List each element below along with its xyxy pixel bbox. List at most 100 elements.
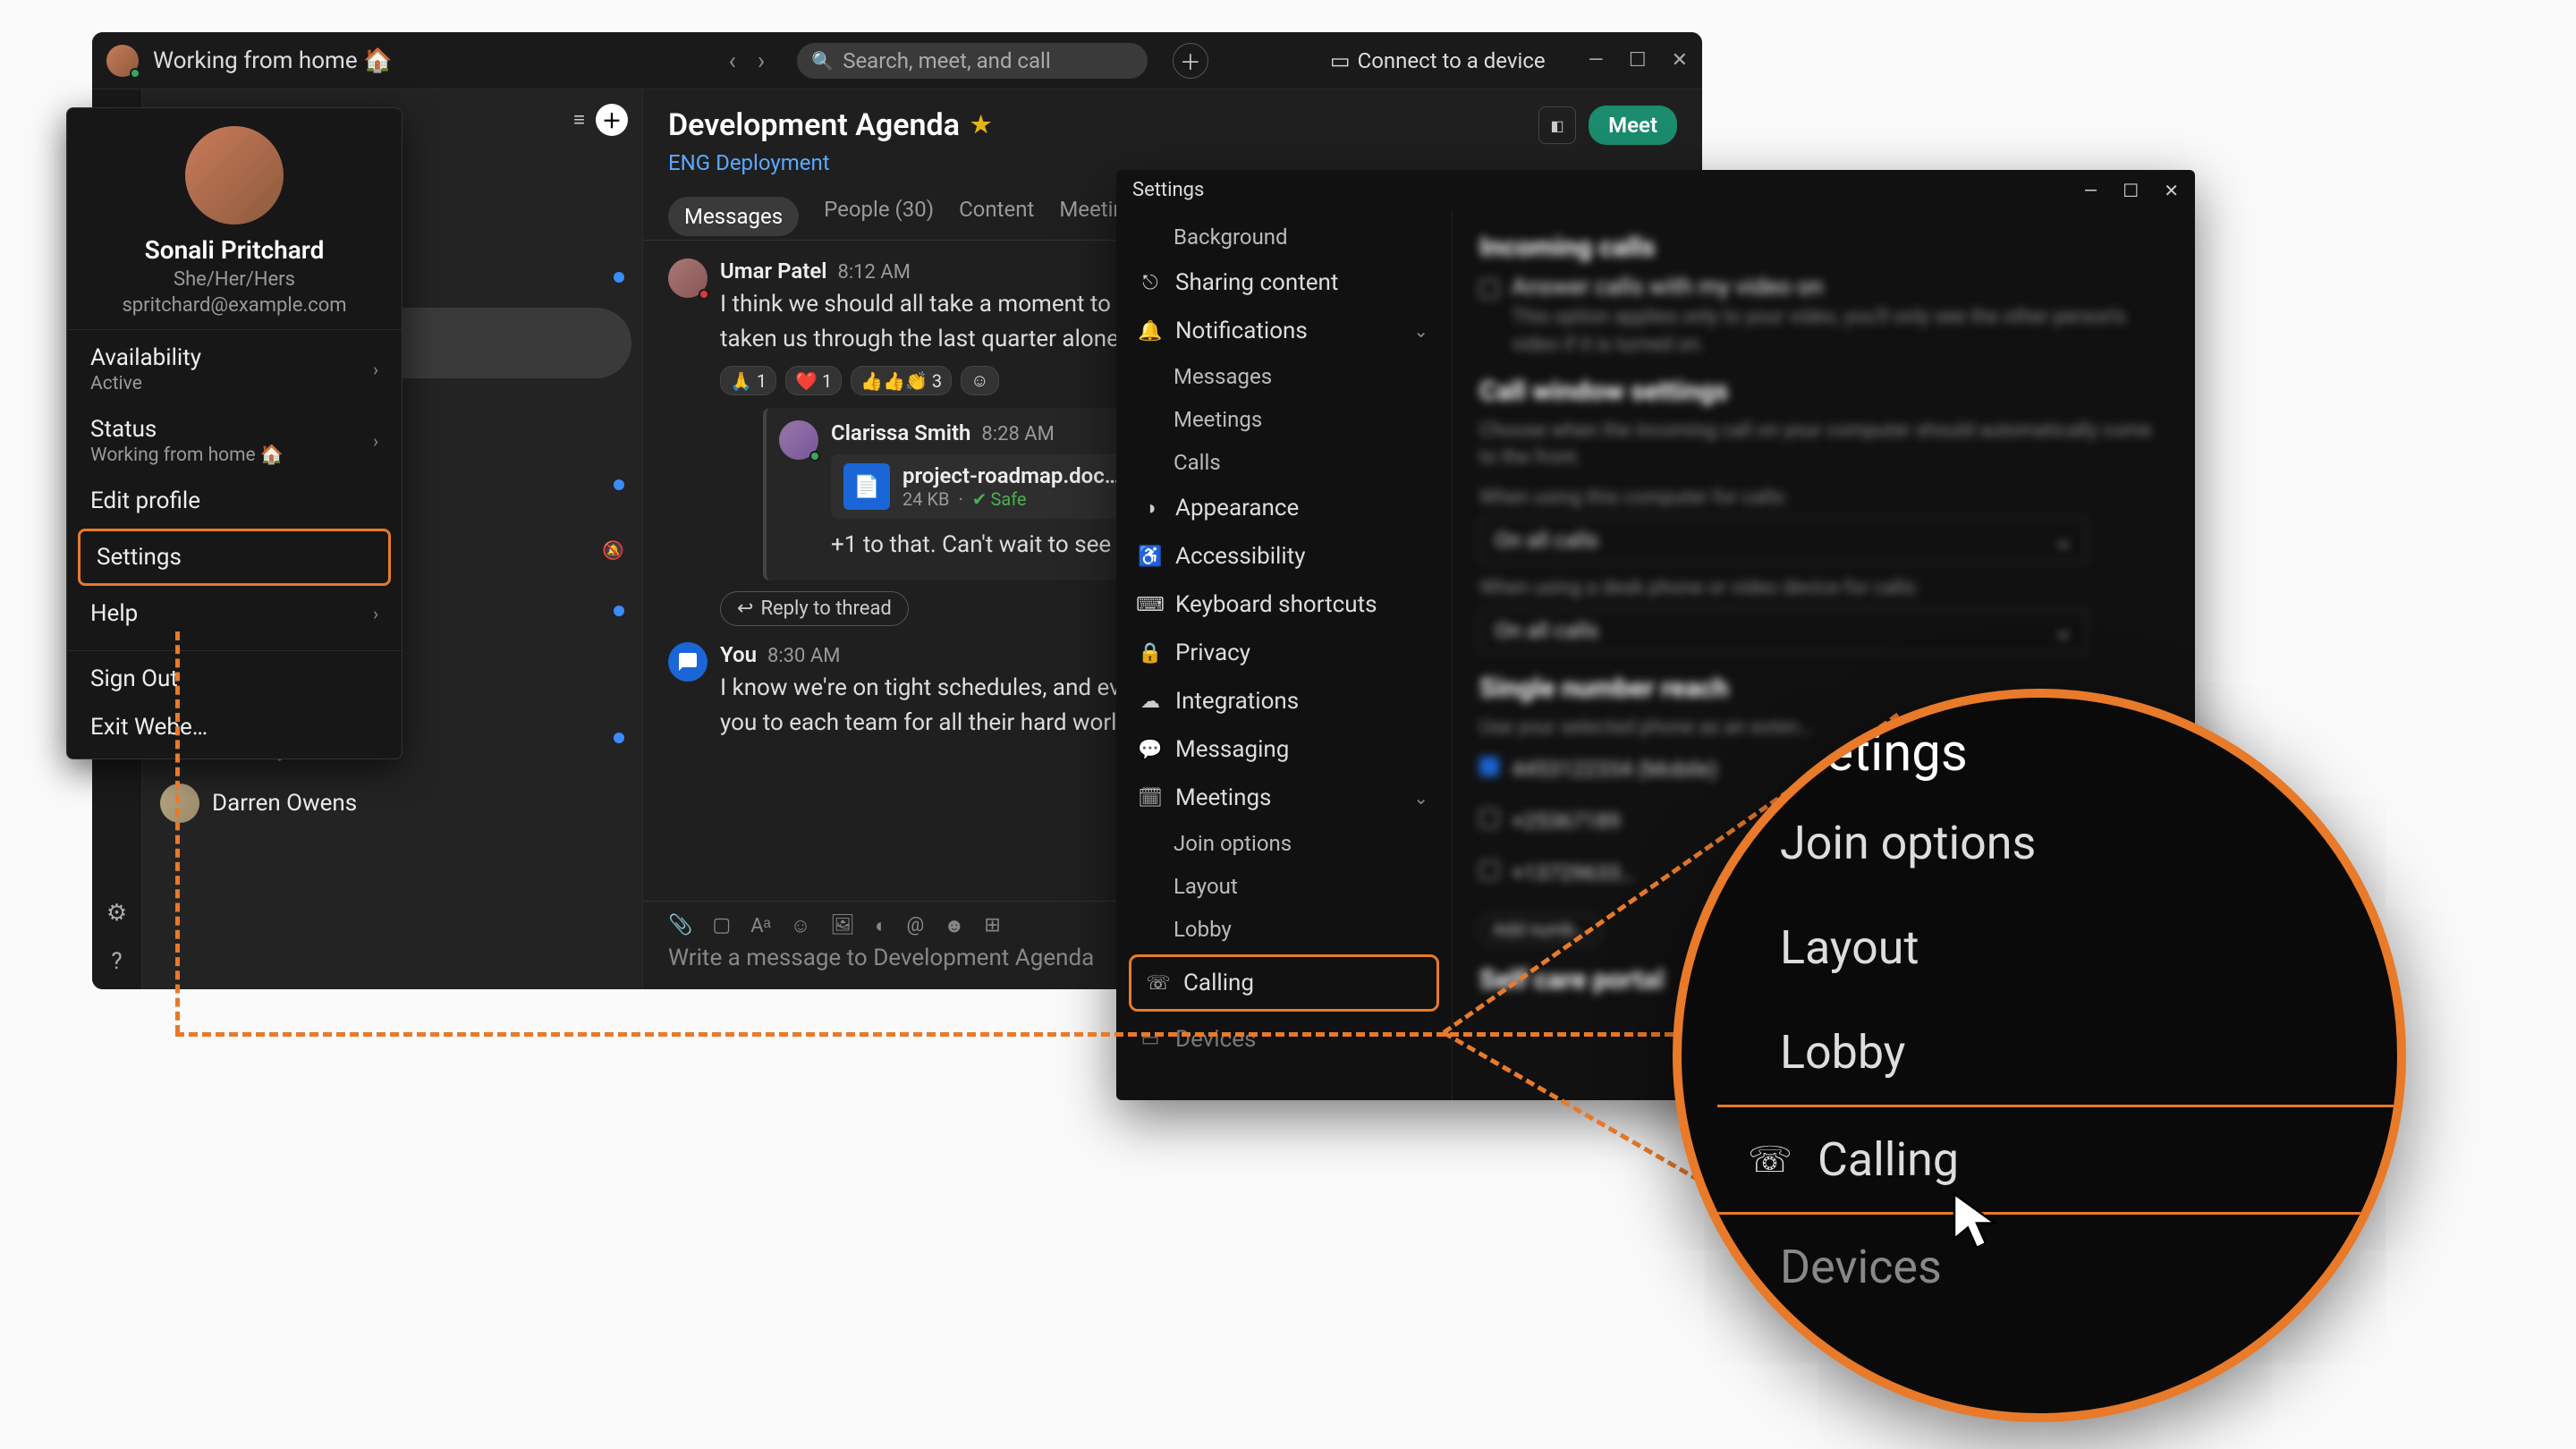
apps-button[interactable]: ◧: [1538, 106, 1576, 144]
mag-devices[interactable]: Devices: [1717, 1215, 2397, 1319]
nav-sharing[interactable]: ⎋Sharing content: [1116, 258, 1452, 307]
chevron-right-icon: ›: [373, 359, 378, 380]
profile-dropdown: Sonali Pritchard She/Her/Hers spritchard…: [66, 107, 402, 759]
settings-title: Settings: [1132, 179, 1204, 201]
gear-icon[interactable]: ⚙: [106, 900, 127, 927]
tab-content[interactable]: Content: [959, 197, 1034, 240]
mag-calling[interactable]: ☏ Calling: [1717, 1105, 2397, 1215]
meet-button[interactable]: Meet: [1589, 106, 1677, 145]
nav-devices[interactable]: ▭Devices: [1116, 1015, 1452, 1063]
menu-help[interactable]: Help›: [67, 589, 402, 638]
profile-email: spritchard@example.com: [67, 294, 402, 317]
profile-avatar-large[interactable]: [185, 126, 284, 225]
dropdown-desk-phone[interactable]: On all calls⌄: [1479, 608, 2088, 653]
add-space-button[interactable]: ＋: [596, 104, 628, 136]
share-icon: ⎋: [1140, 272, 1161, 294]
screenshot-icon[interactable]: ▢: [712, 914, 731, 937]
search-input[interactable]: 🔍 Search, meet, and call: [797, 43, 1148, 79]
unread-indicator: [614, 606, 624, 616]
menu-availability[interactable]: AvailabilityActive ›: [67, 334, 402, 405]
help-icon[interactable]: ?: [111, 948, 122, 975]
menu-settings[interactable]: Settings: [78, 529, 391, 586]
nav-messaging[interactable]: 💬Messaging: [1116, 725, 1452, 774]
tab-messages[interactable]: Messages: [668, 197, 799, 236]
mag-join-options[interactable]: Join options: [1717, 791, 2397, 895]
format-icon[interactable]: Aᵃ: [750, 914, 771, 937]
accessibility-icon: ♿: [1140, 546, 1161, 568]
space-item[interactable]: Darren Owens: [142, 773, 642, 834]
nav-notif-meetings[interactable]: Meetings: [1116, 398, 1452, 441]
tab-people[interactable]: People (30): [824, 197, 934, 240]
nav-calling[interactable]: ☏Calling: [1129, 954, 1439, 1012]
favorite-star-icon[interactable]: ★: [970, 112, 991, 139]
mag-lobby[interactable]: Lobby: [1717, 1000, 2397, 1105]
add-reaction[interactable]: ☺: [961, 366, 998, 395]
nav-accessibility[interactable]: ♿Accessibility: [1116, 532, 1452, 580]
dropdown-computer-calls[interactable]: On all calls⌄: [1479, 518, 2088, 563]
bitmoji-icon[interactable]: ☻: [944, 914, 964, 937]
more-icon[interactable]: ⊞: [984, 914, 1000, 937]
lock-icon: 🔒: [1140, 642, 1161, 665]
section-incoming-calls: Incoming calls: [1479, 232, 2168, 263]
reaction[interactable]: 👍👍👏 3: [851, 366, 952, 395]
titlebar: Working from home 🏠 ‹ › 🔍 Search, meet, …: [92, 32, 1702, 89]
chat-title: Development Agenda ★: [668, 107, 991, 143]
maximize-button[interactable]: ☐: [1629, 49, 1647, 72]
nav-keyboard[interactable]: ⌨Keyboard shortcuts: [1116, 580, 1452, 629]
nav-background[interactable]: Background: [1116, 216, 1452, 258]
chevron-right-icon: ›: [373, 603, 378, 624]
sticker-icon[interactable]: ◐: [875, 914, 886, 937]
nav-layout[interactable]: Layout: [1116, 865, 1452, 908]
reply-thread-button[interactable]: ↩ Reply to thread: [720, 591, 909, 626]
reaction[interactable]: 🙏 1: [720, 366, 776, 395]
status-text[interactable]: Working from home 🏠: [153, 47, 392, 74]
unread-indicator: [614, 272, 624, 283]
menu-edit-profile[interactable]: Edit profile: [67, 477, 402, 525]
nav-notif-messages[interactable]: Messages: [1116, 355, 1452, 398]
connect-device-button[interactable]: ▭ Connect to a device: [1330, 48, 1546, 73]
checkbox-number[interactable]: [1479, 860, 1499, 880]
close-button[interactable]: ✕: [2164, 180, 2179, 201]
minimize-button[interactable]: —: [1589, 49, 1604, 72]
nav-back-button[interactable]: ‹: [728, 46, 735, 75]
settings-titlebar: Settings — ☐ ✕: [1116, 170, 2195, 210]
add-number-button[interactable]: Add numb…: [1479, 914, 1600, 945]
nav-forward-button[interactable]: ›: [758, 46, 765, 75]
checkbox-number[interactable]: [1479, 757, 1499, 776]
phone-icon: ☏: [1748, 1139, 1792, 1181]
nav-privacy[interactable]: 🔒Privacy: [1116, 629, 1452, 677]
attach-icon[interactable]: 📎: [668, 914, 692, 937]
menu-exit[interactable]: Exit Webe…: [67, 703, 402, 751]
filter-icon[interactable]: ≡: [573, 108, 585, 131]
unread-indicator: [614, 733, 624, 743]
nav-appearance[interactable]: ◑Appearance: [1116, 484, 1452, 532]
self-avatar[interactable]: [668, 642, 708, 682]
profile-avatar[interactable]: [106, 45, 139, 77]
menu-status[interactable]: StatusWorking from home 🏠 ›: [67, 405, 402, 477]
checkbox-number[interactable]: [1479, 809, 1499, 828]
chevron-down-icon: ⌄: [1413, 320, 1428, 342]
minimize-button[interactable]: —: [2084, 180, 2098, 201]
close-button[interactable]: ✕: [1672, 49, 1688, 72]
new-action-button[interactable]: ＋: [1173, 43, 1208, 79]
menu-sign-out[interactable]: Sign Out: [67, 655, 402, 703]
meetings-icon: 🗓: [1140, 787, 1161, 809]
nav-integrations[interactable]: ☁Integrations: [1116, 677, 1452, 725]
nav-notif-calls[interactable]: Calls: [1116, 441, 1452, 484]
settings-nav: Background ⎋Sharing content 🔔Notificatio…: [1116, 210, 1453, 1100]
avatar[interactable]: [668, 258, 708, 298]
section-call-window: Call window settings: [1479, 376, 2168, 407]
nav-notifications[interactable]: 🔔Notifications⌄: [1116, 307, 1452, 355]
gif-icon[interactable]: 🖼: [830, 914, 855, 937]
annotation-line: [175, 631, 180, 1034]
nav-lobby[interactable]: Lobby: [1116, 908, 1452, 951]
mention-icon[interactable]: @: [906, 914, 924, 937]
maximize-button[interactable]: ☐: [2123, 180, 2139, 201]
search-placeholder: Search, meet, and call: [843, 48, 1051, 73]
nav-meetings[interactable]: 🗓Meetings⌄: [1116, 774, 1452, 822]
emoji-icon[interactable]: ☺: [791, 914, 810, 937]
mag-layout[interactable]: Layout: [1717, 895, 2397, 1000]
checkbox-video-on[interactable]: [1479, 279, 1499, 299]
reaction[interactable]: ❤️ 1: [785, 366, 842, 395]
nav-join-options[interactable]: Join options: [1116, 822, 1452, 865]
